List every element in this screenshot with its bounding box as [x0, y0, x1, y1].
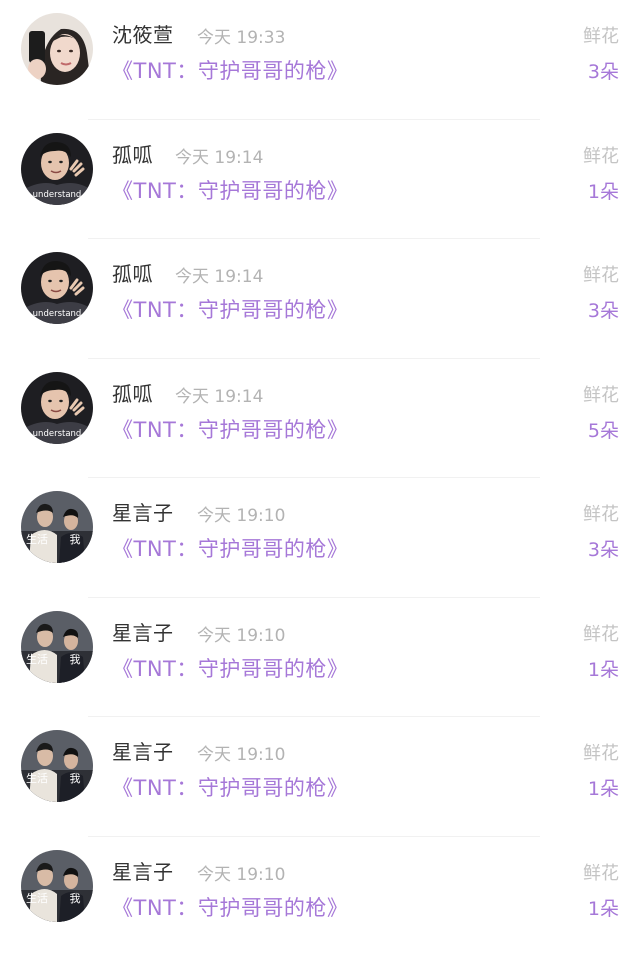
book-title-link[interactable]: 《TNT：守护哥哥的枪》: [112, 892, 348, 922]
gift-count: 1朵: [588, 894, 619, 921]
gift-type-label: 鲜花: [583, 142, 619, 168]
gift-count: 5朵: [588, 416, 619, 443]
avatar-caption-right: 我: [70, 533, 81, 546]
avatar-caption-right: 我: [70, 892, 81, 905]
book-title-link[interactable]: 《TNT：守护哥哥的枪》: [112, 175, 348, 205]
user-name[interactable]: 星言子: [112, 856, 174, 885]
book-title-link[interactable]: 《TNT：守护哥哥的枪》: [112, 653, 348, 683]
user-name[interactable]: 沈筱萱: [112, 19, 174, 48]
gift-type-label: 鲜花: [583, 620, 619, 646]
gift-type-label: 鲜花: [583, 500, 619, 526]
avatar[interactable]: 生活 我: [21, 491, 93, 563]
user-name[interactable]: 星言子: [112, 617, 174, 646]
avatar-caption-left: 生活: [26, 532, 48, 546]
boy-avatar-image: understand: [21, 133, 93, 205]
avatar-caption: understand: [33, 190, 82, 200]
timestamp: 今天 19:14: [175, 382, 263, 407]
avatar[interactable]: 生活 我: [21, 611, 93, 683]
timestamp: 今天 19:14: [175, 262, 263, 287]
user-name[interactable]: 孤呱: [112, 258, 153, 287]
avatar[interactable]: understand: [21, 372, 93, 444]
gift-type-label: 鲜花: [583, 381, 619, 407]
gift-count: 1朵: [588, 177, 619, 204]
avatar-caption-right: 我: [70, 772, 81, 785]
timestamp: 今天 19:10: [197, 860, 285, 885]
user-name[interactable]: 星言子: [112, 736, 174, 765]
gift-count: 1朵: [588, 774, 619, 801]
book-title-link[interactable]: 《TNT：守护哥哥的枪》: [112, 414, 348, 444]
two-people-avatar-image: 生活 我: [21, 491, 93, 563]
user-name[interactable]: 孤呱: [112, 378, 153, 407]
gift-count: 3朵: [588, 535, 619, 562]
timestamp: 今天 19:10: [197, 621, 285, 646]
two-people-avatar-image: 生活 我: [21, 850, 93, 922]
avatar[interactable]: understand: [21, 133, 93, 205]
avatar[interactable]: [21, 13, 93, 85]
list-item[interactable]: understand 孤呱 今天 19:14 《TNT：守护哥哥的枪》 鲜花 1…: [0, 120, 640, 240]
list-item[interactable]: 生活 我 星言子 今天 19:10 《TNT：守护哥哥的枪》 鲜花 1朵: [0, 837, 640, 956]
user-name[interactable]: 孤呱: [112, 139, 153, 168]
gift-count: 3朵: [588, 296, 619, 323]
two-people-avatar-image: 生活 我: [21, 611, 93, 683]
list-item[interactable]: 沈筱萱 今天 19:33 《TNT：守护哥哥的枪》 鲜花 3朵: [0, 0, 640, 120]
girl-selfie-avatar-image: [21, 13, 93, 85]
gift-count: 3朵: [588, 57, 619, 84]
list-item[interactable]: 生活 我 星言子 今天 19:10 《TNT：守护哥哥的枪》 鲜花 1朵: [0, 717, 640, 837]
gift-list: 沈筱萱 今天 19:33 《TNT：守护哥哥的枪》 鲜花 3朵 understa…: [0, 0, 640, 956]
gift-count: 1朵: [588, 655, 619, 682]
timestamp: 今天 19:33: [197, 23, 285, 48]
timestamp: 今天 19:14: [175, 143, 263, 168]
book-title-link[interactable]: 《TNT：守护哥哥的枪》: [112, 772, 348, 802]
list-item[interactable]: 生活 我 星言子 今天 19:10 《TNT：守护哥哥的枪》 鲜花 1朵: [0, 598, 640, 718]
avatar[interactable]: 生活 我: [21, 730, 93, 802]
timestamp: 今天 19:10: [197, 501, 285, 526]
avatar-caption-left: 生活: [26, 652, 48, 666]
user-name[interactable]: 星言子: [112, 497, 174, 526]
list-item[interactable]: understand 孤呱 今天 19:14 《TNT：守护哥哥的枪》 鲜花 3…: [0, 239, 640, 359]
boy-avatar-image: understand: [21, 252, 93, 324]
avatar-caption-right: 我: [70, 653, 81, 666]
boy-avatar-image: understand: [21, 372, 93, 444]
avatar-caption-left: 生活: [26, 891, 48, 905]
avatar[interactable]: understand: [21, 252, 93, 324]
avatar-caption: understand: [33, 429, 82, 439]
avatar-caption-left: 生活: [26, 771, 48, 785]
list-item[interactable]: 生活 我 星言子 今天 19:10 《TNT：守护哥哥的枪》 鲜花 3朵: [0, 478, 640, 598]
avatar[interactable]: 生活 我: [21, 850, 93, 922]
gift-type-label: 鲜花: [583, 739, 619, 765]
timestamp: 今天 19:10: [197, 740, 285, 765]
gift-type-label: 鲜花: [583, 261, 619, 287]
gift-type-label: 鲜花: [583, 859, 619, 885]
two-people-avatar-image: 生活 我: [21, 730, 93, 802]
book-title-link[interactable]: 《TNT：守护哥哥的枪》: [112, 55, 348, 85]
gift-type-label: 鲜花: [583, 22, 619, 48]
avatar-caption: understand: [33, 309, 82, 319]
list-item[interactable]: understand 孤呱 今天 19:14 《TNT：守护哥哥的枪》 鲜花 5…: [0, 359, 640, 479]
book-title-link[interactable]: 《TNT：守护哥哥的枪》: [112, 533, 348, 563]
book-title-link[interactable]: 《TNT：守护哥哥的枪》: [112, 294, 348, 324]
